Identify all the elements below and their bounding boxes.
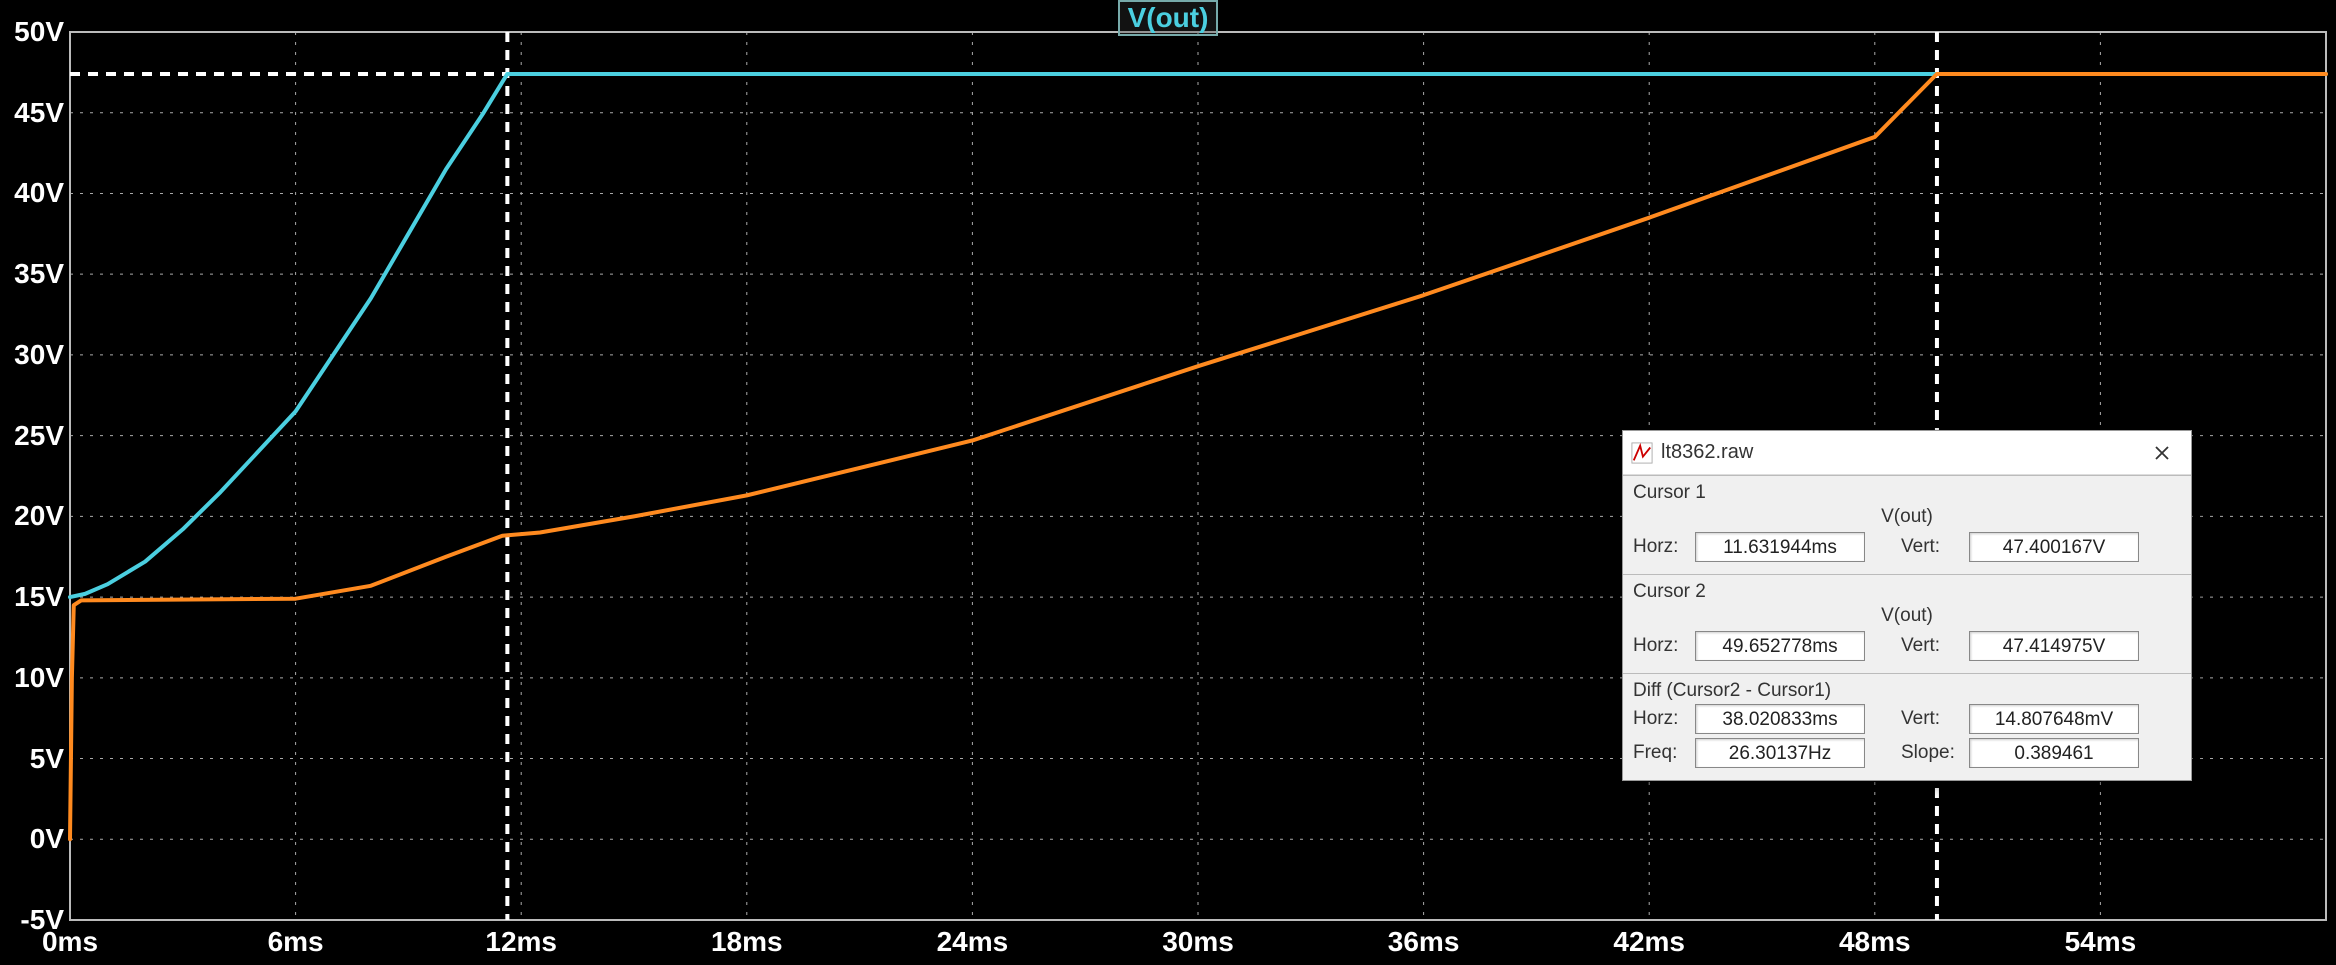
cursor2-horz-value[interactable]: 49.652778ms	[1695, 631, 1865, 661]
y-tick-label: 45V	[4, 97, 64, 129]
signal-label[interactable]: V(out)	[1118, 0, 1219, 36]
diff-vert-label: Vert:	[1901, 708, 1961, 730]
x-tick-label: 42ms	[1609, 926, 1689, 958]
diff-slope-value: 0.389461	[1969, 738, 2139, 768]
cursor2-vert-label: Vert:	[1901, 635, 1961, 657]
ltspice-icon	[1631, 442, 1653, 464]
cursor2-vert-value[interactable]: 47.414975V	[1969, 631, 2139, 661]
x-tick-label: 18ms	[707, 926, 787, 958]
y-tick-label: 10V	[4, 662, 64, 694]
cursor-panel[interactable]: lt8362.raw Cursor 1 V(out) Horz: 11.6319…	[1622, 430, 2192, 781]
y-tick-label: 30V	[4, 339, 64, 371]
x-tick-label: 30ms	[1158, 926, 1238, 958]
x-tick-label: 6ms	[256, 926, 336, 958]
y-tick-label: 20V	[4, 500, 64, 532]
x-tick-label: 0ms	[30, 926, 110, 958]
cursor1-section: Cursor 1 V(out) Horz: 11.631944ms Vert: …	[1623, 475, 2191, 574]
x-tick-label: 12ms	[481, 926, 561, 958]
y-tick-label: 40V	[4, 177, 64, 209]
diff-slope-label: Slope:	[1901, 742, 1961, 764]
diff-vert-value: 14.807648mV	[1969, 704, 2139, 734]
x-tick-label: 24ms	[932, 926, 1012, 958]
y-tick-label: 15V	[4, 581, 64, 613]
close-icon[interactable]	[2139, 435, 2185, 471]
cursor1-horz-label: Horz:	[1633, 536, 1687, 558]
y-tick-label: 5V	[4, 743, 64, 775]
x-tick-label: 54ms	[2060, 926, 2140, 958]
cursor2-section: Cursor 2 V(out) Horz: 49.652778ms Vert: …	[1623, 574, 2191, 673]
cursor1-vert-label: Vert:	[1901, 536, 1961, 558]
diff-horz-value: 38.020833ms	[1695, 704, 1865, 734]
cursor2-signal: V(out)	[1633, 605, 2181, 627]
y-tick-label: 0V	[4, 823, 64, 855]
cursor2-label: Cursor 2	[1633, 581, 2181, 603]
x-tick-label: 36ms	[1384, 926, 1464, 958]
y-tick-label: 35V	[4, 258, 64, 290]
cursor-panel-filename: lt8362.raw	[1661, 441, 2139, 464]
cursor1-label: Cursor 1	[1633, 482, 2181, 504]
cursor-diff-label: Diff (Cursor2 - Cursor1)	[1633, 680, 2181, 702]
diff-horz-label: Horz:	[1633, 708, 1687, 730]
diff-freq-label: Freq:	[1633, 742, 1687, 764]
cursor2-horz-label: Horz:	[1633, 635, 1687, 657]
cursor1-signal: V(out)	[1633, 506, 2181, 528]
x-tick-label: 48ms	[1835, 926, 1915, 958]
y-tick-label: 25V	[4, 420, 64, 452]
cursor1-horz-value[interactable]: 11.631944ms	[1695, 532, 1865, 562]
cursor1-vert-value[interactable]: 47.400167V	[1969, 532, 2139, 562]
cursor-panel-titlebar[interactable]: lt8362.raw	[1623, 431, 2191, 475]
y-tick-label: 50V	[4, 16, 64, 48]
cursor-diff-section: Diff (Cursor2 - Cursor1) Horz: 38.020833…	[1623, 673, 2191, 780]
diff-freq-value: 26.30137Hz	[1695, 738, 1865, 768]
signal-title-wrap: V(out)	[0, 0, 2336, 36]
